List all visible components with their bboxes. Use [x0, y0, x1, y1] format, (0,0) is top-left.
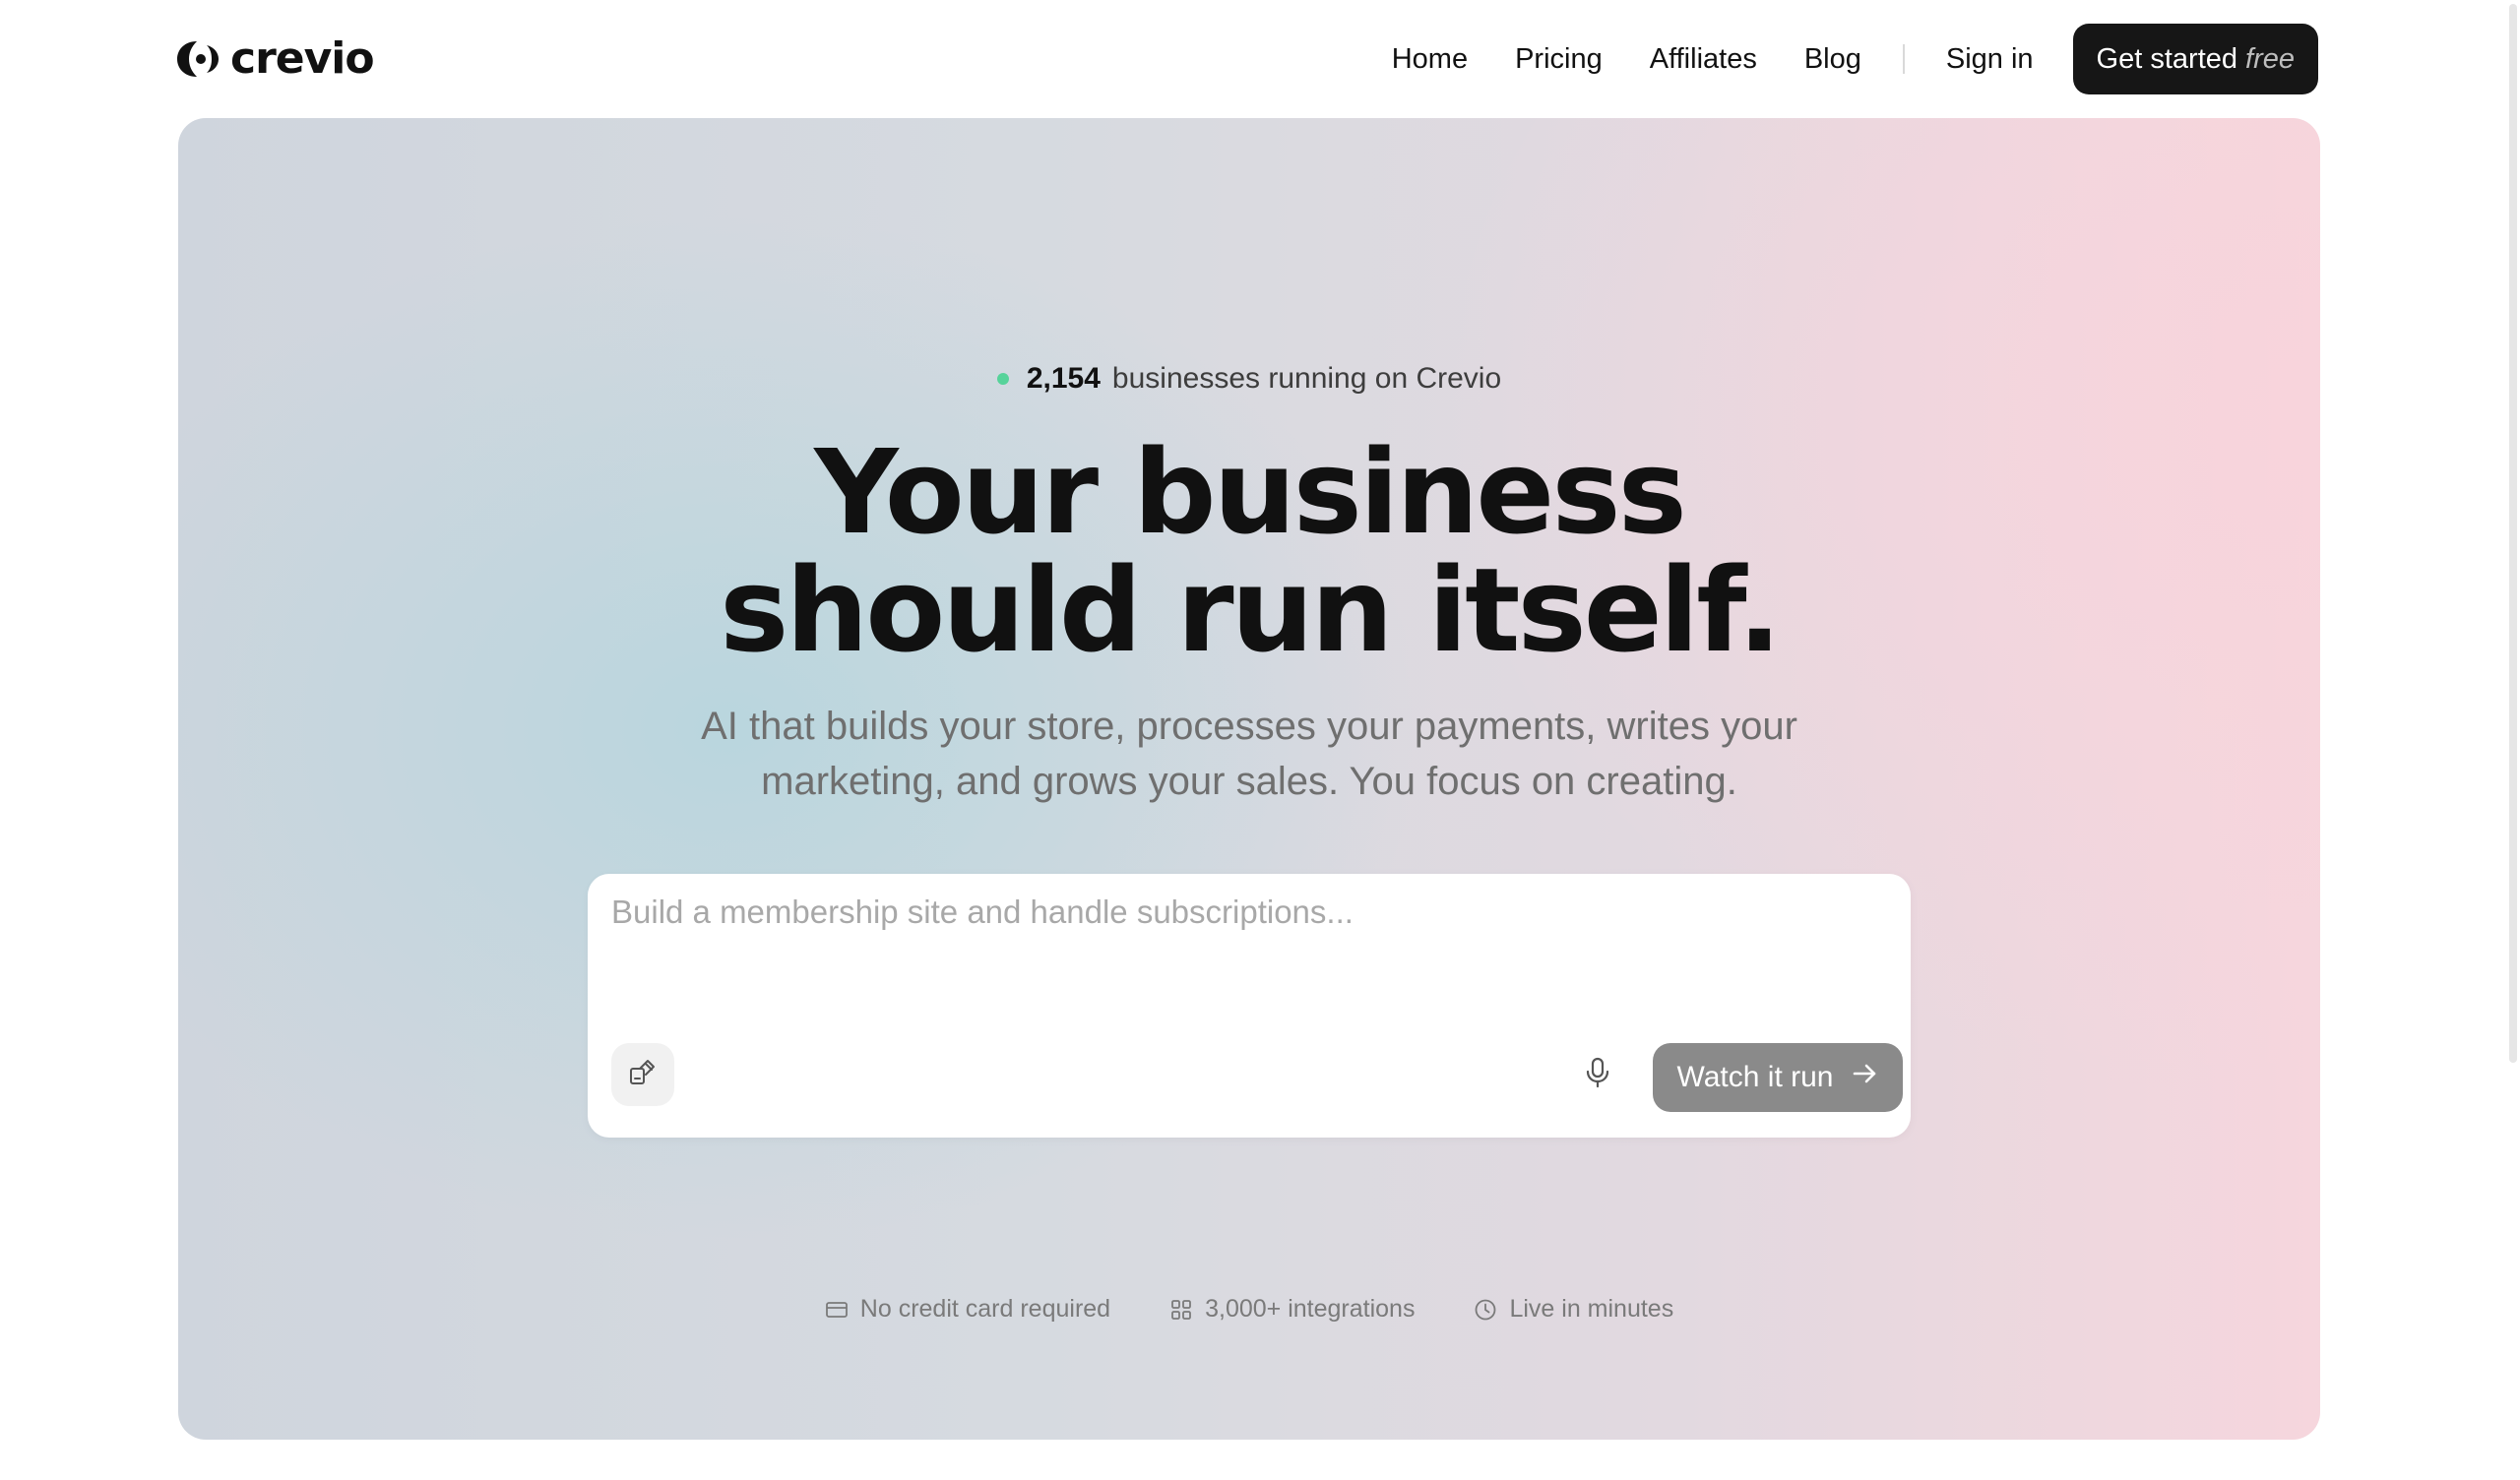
attach-icon [626, 1056, 660, 1094]
credit-card-icon [825, 1298, 849, 1322]
feature-integrations: 3,000+ integrations [1169, 1295, 1415, 1324]
logo-mark-icon [177, 39, 220, 79]
nav-blog[interactable]: Blog [1804, 43, 1861, 76]
hero-headline: Your business should run itself. [178, 433, 2320, 669]
hero-subheading: AI that builds your store, processes you… [178, 699, 2320, 809]
sign-in-link[interactable]: Sign in [1946, 43, 2034, 76]
feature-no-credit-card: No credit card required [825, 1295, 1110, 1324]
scrollbar-thumb[interactable] [2509, 4, 2517, 1063]
subhead-line-2: marketing, and grows your sales. You foc… [761, 760, 1737, 803]
watch-it-run-button[interactable]: Watch it run [1653, 1043, 1903, 1112]
headline-line-1: Your business [814, 424, 1687, 560]
grid-icon [1169, 1298, 1193, 1322]
businesses-text: businesses running on Crevio [1111, 362, 1502, 395]
feature-label: No credit card required [859, 1295, 1111, 1323]
subhead-line-1: AI that builds your store, processes you… [701, 705, 1797, 748]
watch-it-run-label: Watch it run [1676, 1061, 1834, 1093]
businesses-count: 2,154 [1026, 362, 1101, 395]
feature-live-in-minutes: Live in minutes [1474, 1295, 1673, 1324]
prompt-input[interactable] [611, 894, 1881, 992]
microphone-button[interactable] [1572, 1049, 1623, 1100]
arrow-right-icon [1851, 1060, 1878, 1095]
nav-pricing[interactable]: Pricing [1515, 43, 1603, 76]
logo-text: crevio [230, 33, 375, 84]
nav-affiliates[interactable]: Affiliates [1650, 43, 1757, 76]
nav-home[interactable]: Home [1392, 43, 1468, 76]
get-started-free-label: free [2245, 42, 2295, 75]
site-header: crevio Home Pricing Affiliates Blog Sign… [177, 24, 2318, 94]
feature-label: 3,000+ integrations [1205, 1295, 1416, 1323]
microphone-icon [1583, 1056, 1612, 1094]
page-scrollbar[interactable] [2506, 0, 2520, 1480]
get-started-button[interactable]: Get started free [2072, 24, 2318, 94]
status-dot-icon [996, 373, 1009, 385]
logo[interactable]: crevio [177, 33, 375, 84]
attach-button[interactable] [611, 1043, 674, 1106]
features-row: No credit card required 3,000+ integrati… [178, 1295, 2320, 1324]
prompt-box: Watch it run [588, 874, 1911, 1138]
main-nav: Home Pricing Affiliates Blog Sign in Get… [1392, 24, 2318, 94]
feature-label: Live in minutes [1509, 1295, 1674, 1323]
nav-divider [1902, 44, 1905, 74]
headline-line-2: should run itself. [720, 542, 1782, 678]
clock-icon [1474, 1298, 1497, 1322]
get-started-label: Get started [2096, 42, 2238, 75]
businesses-badge: 2,154 businesses running on Crevio [178, 362, 2320, 396]
hero-section: 2,154 businesses running on Crevio Your … [178, 118, 2320, 1440]
